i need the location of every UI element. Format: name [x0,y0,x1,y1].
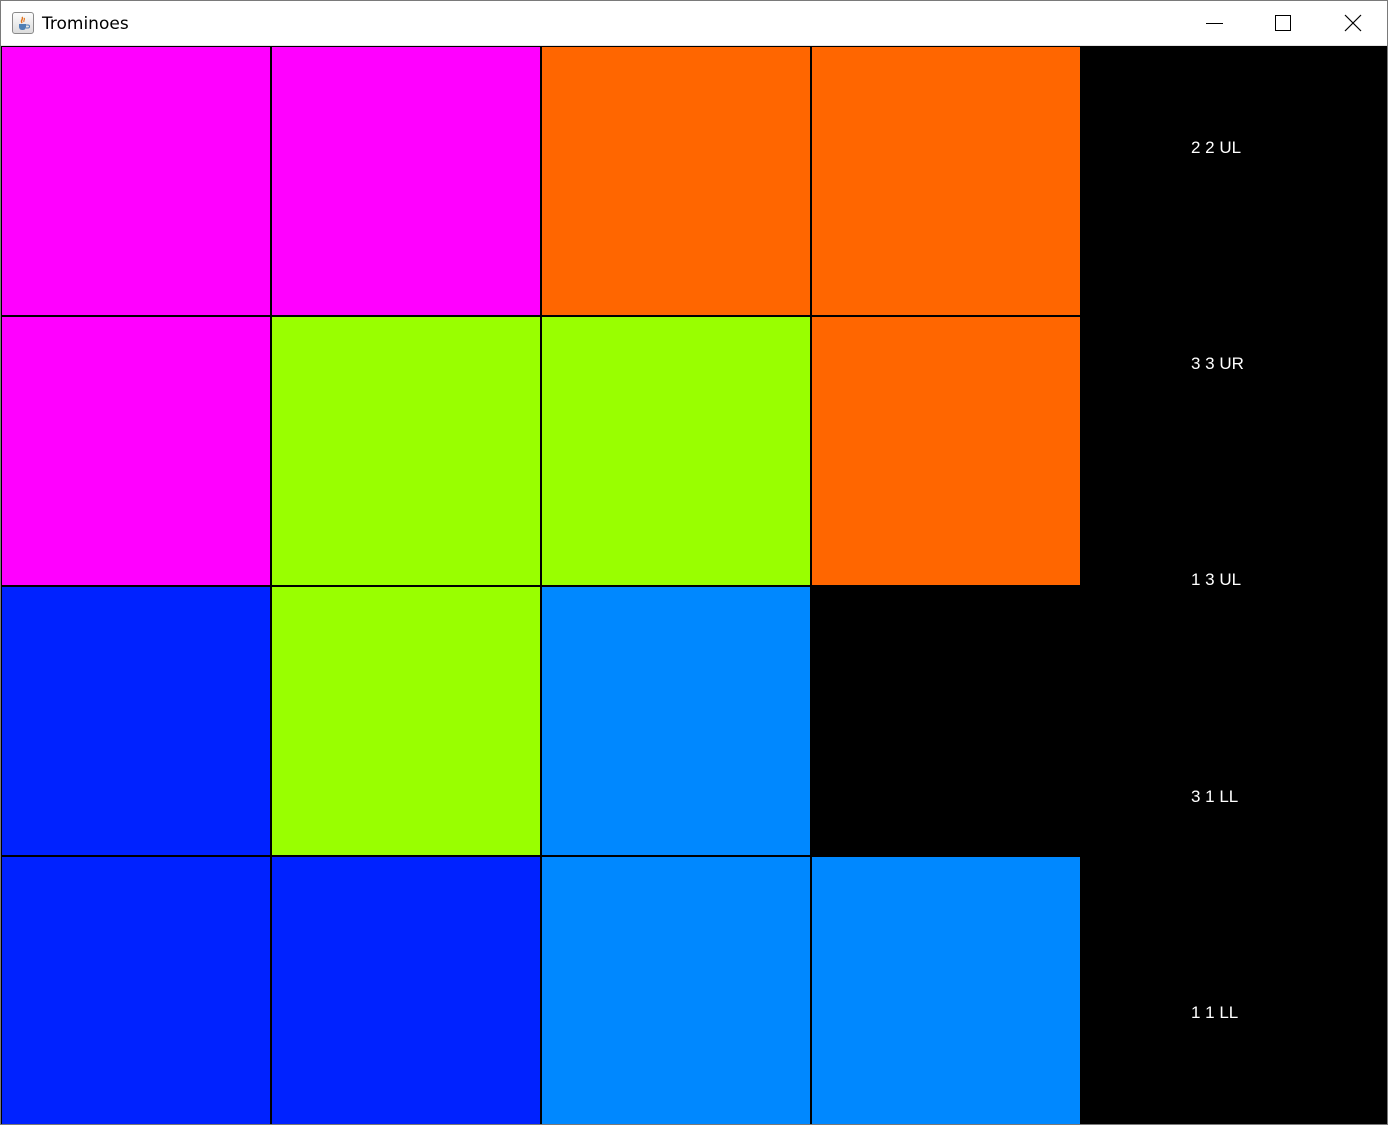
moves-panel: 2 2 UL 3 3 UR 1 3 UL 3 1 LL 1 1 LL [1081,46,1387,1124]
board-cell[interactable] [271,46,541,316]
minimize-button[interactable] [1181,1,1249,45]
move-label: 3 1 LL [1191,787,1239,806]
title-bar[interactable]: Trominoes [1,1,1387,46]
board-cell[interactable] [1,316,271,586]
trominoes-window: Trominoes 2 2 UL 3 3 UR 1 3 UL 3 1 LL 1 1 LL [0,0,1388,1125]
board-cell[interactable] [811,316,1081,586]
board-cell[interactable] [541,856,811,1124]
window-title: Trominoes [42,14,129,34]
java-cup-icon[interactable] [12,12,34,34]
board-cell[interactable] [271,586,541,856]
board-cell[interactable] [1,856,271,1124]
board-cell[interactable] [811,856,1081,1124]
board-cell[interactable] [811,586,1081,856]
move-label: 2 2 UL [1191,138,1242,157]
maximize-button[interactable] [1249,1,1317,45]
board-cell[interactable] [271,856,541,1124]
board-cell[interactable] [811,46,1081,316]
tromino-board [1,46,1081,1124]
board-cell[interactable] [1,586,271,856]
close-icon [1344,14,1362,32]
maximize-icon [1275,15,1291,31]
move-label: 3 3 UR [1191,354,1244,373]
minimize-icon [1206,23,1223,24]
close-button[interactable] [1319,1,1387,45]
board-cell[interactable] [271,316,541,586]
board-cell[interactable] [541,586,811,856]
board-cell[interactable] [1,46,271,316]
board-cell[interactable] [541,46,811,316]
move-label: 1 1 LL [1191,1003,1239,1022]
move-label: 1 3 UL [1191,570,1242,589]
board-cell[interactable] [541,316,811,586]
